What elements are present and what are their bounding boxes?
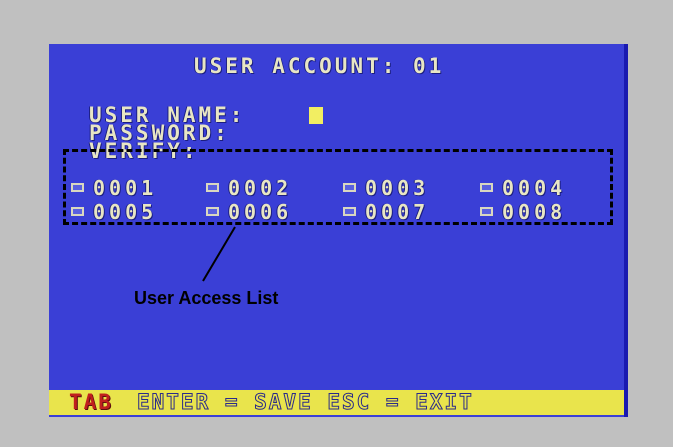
- access-list-highlight-box: [63, 149, 613, 225]
- osd-screen: USER ACCOUNT: 01 USER NAME: PASSWORD: VE…: [49, 44, 628, 417]
- callout-label: User Access List: [134, 288, 279, 308]
- user-name-input-cursor[interactable]: [309, 107, 323, 124]
- callout-pointer-line: [202, 226, 236, 282]
- footer-bar: TAB ENTER = SAVE ESC = EXIT: [49, 390, 624, 415]
- page-title: USER ACCOUNT: 01: [194, 54, 445, 78]
- tab-key-hint: TAB: [69, 390, 113, 414]
- key-help-text: ENTER = SAVE ESC = EXIT: [137, 390, 474, 414]
